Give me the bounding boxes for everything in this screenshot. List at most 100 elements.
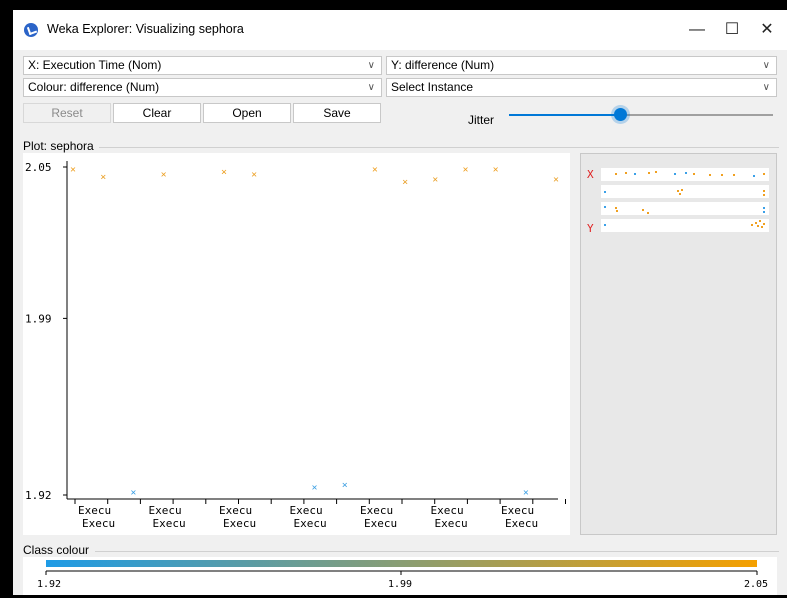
x-tick-label: Execu	[431, 504, 464, 517]
jitter-slider-fill	[509, 114, 620, 116]
chevron-down-icon: ∨	[367, 82, 375, 93]
data-point: ×	[221, 167, 227, 178]
explorer-window: Weka Explorer: Visualizing sephora — ☐ ✕…	[13, 10, 787, 595]
data-points: × × × × × × × × × × × × × × ×	[70, 165, 559, 499]
clear-button[interactable]: Clear	[113, 103, 201, 123]
colour-scale-min: 1.92	[37, 579, 61, 590]
data-point: ×	[432, 175, 438, 186]
data-point: ×	[462, 165, 468, 176]
strip-dot	[655, 171, 657, 173]
attribute-strip[interactable]	[601, 219, 769, 232]
data-point: ×	[70, 165, 76, 176]
strip-dot	[759, 220, 761, 222]
x-tick-label: Execu	[364, 517, 397, 530]
strip-dot	[763, 190, 765, 192]
strip-dot	[679, 193, 681, 195]
strip-dot	[721, 174, 723, 176]
data-point: ×	[161, 170, 167, 181]
save-button[interactable]: Save	[293, 103, 381, 123]
strip-dot	[648, 172, 650, 174]
strip-dot	[616, 210, 618, 212]
x-tick-label: Execu	[294, 517, 327, 530]
strip-dot	[763, 207, 765, 209]
x-tick-label: Execu	[435, 517, 468, 530]
strip-dot	[763, 173, 765, 175]
reset-button[interactable]: Reset	[23, 103, 111, 123]
class-colour-bar: 1.92 1.99 2.05	[37, 560, 768, 590]
y-axis-select[interactable]: Y: difference (Num) ∨	[386, 56, 777, 75]
attribute-strip[interactable]	[601, 202, 769, 215]
jitter-slider-track	[619, 114, 773, 116]
plot-border	[99, 147, 779, 148]
y-tick-label: 2.05	[25, 161, 52, 174]
open-button[interactable]: Open	[203, 103, 291, 123]
colour-scale-mid: 1.99	[388, 579, 412, 590]
colour-scale-max: 2.05	[744, 579, 768, 590]
colour-gradient	[46, 560, 757, 567]
close-button[interactable]: ✕	[751, 18, 783, 42]
y-tick-label: 1.99	[25, 312, 52, 325]
y-axis-select-value: Y: difference (Num)	[391, 58, 495, 72]
data-point: ×	[493, 165, 499, 176]
maximize-button[interactable]: ☐	[716, 18, 748, 42]
colour-select[interactable]: Colour: difference (Num) ∨	[23, 78, 382, 97]
data-point: ×	[553, 175, 559, 186]
strip-dot	[685, 172, 687, 174]
select-instance-value: Select Instance	[391, 80, 474, 94]
data-point: ×	[251, 170, 257, 181]
attribute-strip[interactable]	[601, 168, 769, 181]
strip-dot	[751, 224, 753, 226]
strip-dot	[625, 172, 627, 174]
y-marker-label: Y	[587, 222, 594, 235]
strip-dot	[604, 224, 606, 226]
strip-dot	[709, 174, 711, 176]
strip-dot	[753, 175, 755, 177]
window-title: Weka Explorer: Visualizing sephora	[47, 22, 244, 36]
class-colour-legend: Class colour	[23, 543, 90, 557]
strip-dot	[604, 191, 606, 193]
y-ticks: 2.05 1.99 1.92	[25, 161, 67, 502]
strip-dot	[674, 173, 676, 175]
strip-dot	[763, 211, 765, 213]
minimize-button[interactable]: —	[681, 18, 713, 42]
data-point: ×	[342, 480, 348, 491]
scatter-plot-area[interactable]: 2.05 1.99 1.92 Execu Execu Execu Execu Execu Ex…	[23, 153, 609, 535]
chevron-down-icon: ∨	[762, 82, 770, 93]
x-tick-label: Execu	[82, 517, 115, 530]
chevron-down-icon: ∨	[762, 60, 770, 71]
jitter-slider-thumb[interactable]	[613, 108, 627, 121]
strip-dot	[761, 226, 763, 228]
x-marker-label: X	[587, 168, 594, 181]
plot-legend: Plot: sephora	[23, 139, 94, 153]
attribute-matrix-panel[interactable]: X Y	[580, 153, 777, 535]
title-bar: Weka Explorer: Visualizing sephora — ☐ ✕	[13, 10, 787, 50]
strip-dot	[647, 212, 649, 214]
x-tick-label: Execu	[78, 504, 111, 517]
class-colour-border	[95, 551, 779, 552]
data-point: ×	[312, 482, 318, 493]
x-tick-label: Execu	[219, 504, 252, 517]
x-tick-label: Execu	[505, 517, 538, 530]
strip-dot	[763, 223, 765, 225]
x-ticks: Execu Execu Execu Execu Execu Execu ExecuExecu…	[74, 499, 609, 530]
select-instance-select[interactable]: Select Instance ∨	[386, 78, 777, 97]
strip-dot	[757, 225, 759, 227]
strip-dot	[755, 222, 757, 224]
strip-dot	[615, 173, 617, 175]
x-tick-label: Execu	[223, 517, 256, 530]
class-colour-area: 1.92 1.99 2.05	[23, 557, 777, 595]
data-point: ×	[372, 165, 378, 176]
x-axis-select[interactable]: X: Execution Time (Nom) ∨	[23, 56, 382, 75]
strip-dot	[693, 173, 695, 175]
strip-dot	[677, 190, 679, 192]
attribute-matrix: X Y	[587, 168, 769, 235]
attribute-strip[interactable]	[601, 185, 769, 198]
x-tick-label: Execu	[501, 504, 534, 517]
strip-dot	[763, 194, 765, 196]
x-axis-select-value: X: Execution Time (Nom)	[28, 58, 162, 72]
strip-dot	[733, 174, 735, 176]
data-point: ×	[130, 487, 136, 498]
colour-select-value: Colour: difference (Num)	[28, 80, 160, 94]
data-point: ×	[523, 487, 529, 498]
jitter-label: Jitter	[468, 113, 495, 127]
